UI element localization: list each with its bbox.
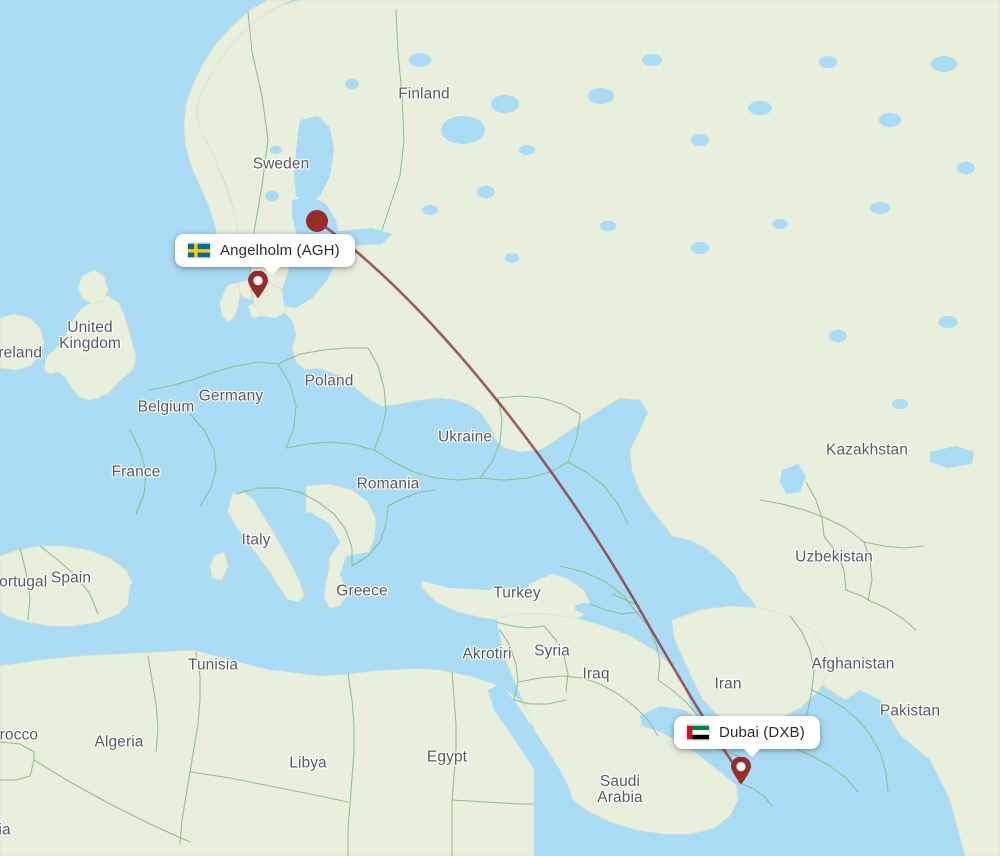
origin-bubble-tail [261, 264, 283, 275]
uae-flag-icon [687, 725, 709, 740]
sweden-flag-icon [188, 243, 210, 258]
route-origin-dot [306, 210, 328, 232]
map-canvas[interactable] [0, 0, 1000, 856]
origin-airport-bubble[interactable]: Angelholm (AGH) [175, 234, 355, 275]
destination-airport-label: Dubai (DXB) [719, 724, 805, 741]
flight-route-map[interactable]: FinlandSwedenUnited KingdomIrelandPoland… [0, 0, 1000, 856]
north-africa-landmass [0, 649, 535, 856]
destination-airport-bubble[interactable]: Dubai (DXB) [674, 716, 820, 757]
origin-airport-label: Angelholm (AGH) [220, 242, 340, 259]
destination-bubble-tail [741, 746, 763, 757]
